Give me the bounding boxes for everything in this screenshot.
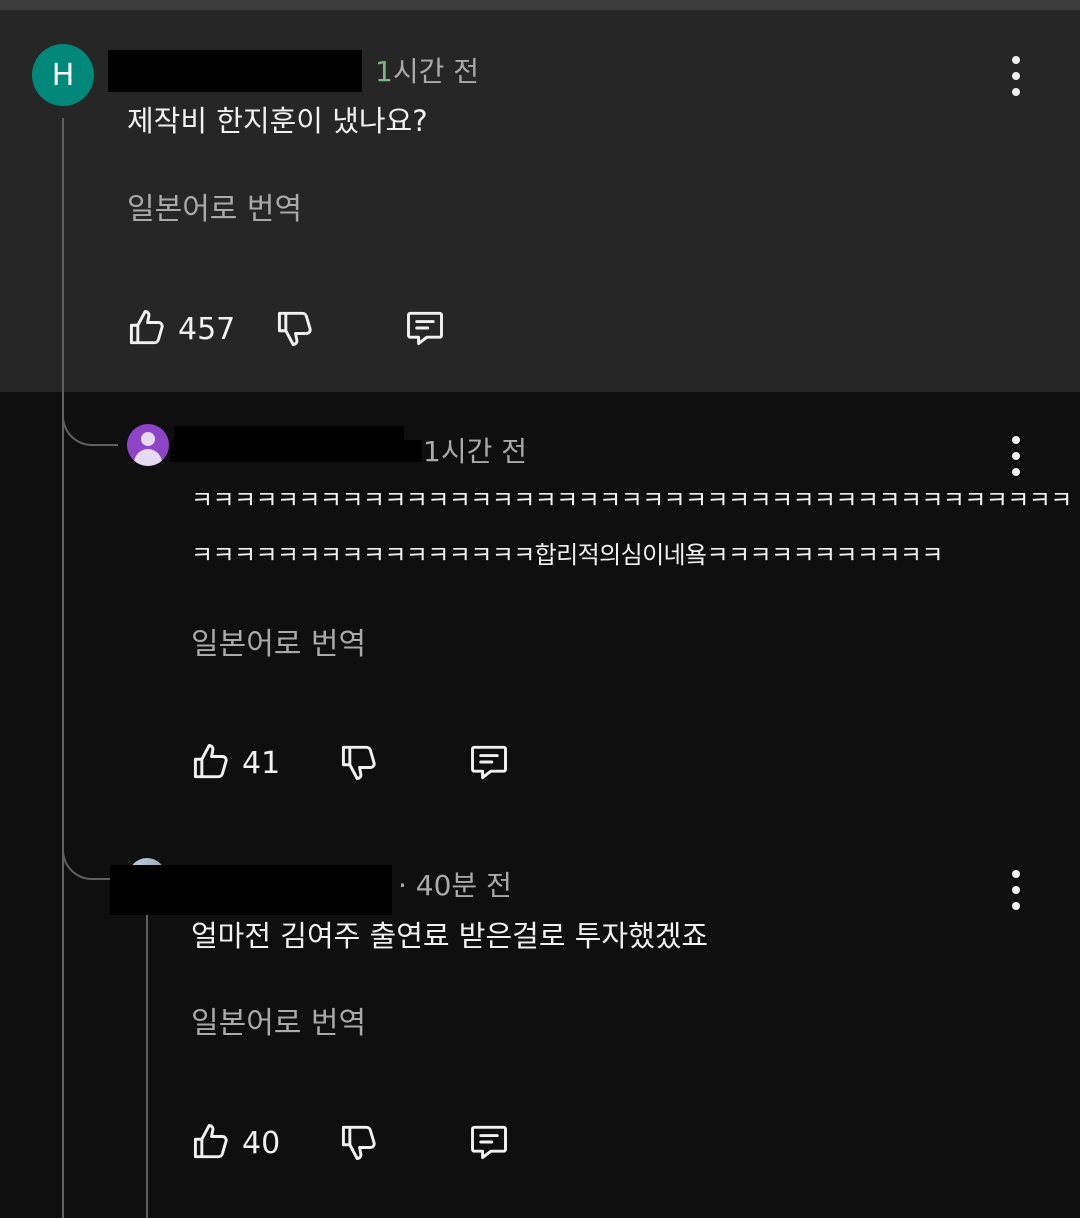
redacted-username (110, 865, 392, 915)
thumbs-down-icon[interactable] (337, 1120, 381, 1164)
avatar[interactable]: H (32, 44, 94, 106)
like-count: 41 (242, 746, 281, 781)
redacted-username (170, 440, 422, 462)
comment-text: 제작비 한지훈이 냈나요? (127, 104, 428, 138)
like-count: 40 (242, 1126, 281, 1161)
comment-timestamp: · 40분 전 (398, 869, 512, 902)
thumbs-up-icon[interactable] (189, 740, 233, 784)
thread-line (62, 118, 64, 1218)
reply-icon[interactable] (467, 1120, 511, 1164)
redacted-username (108, 50, 362, 92)
reply-icon[interactable] (467, 740, 511, 784)
thumbs-down-icon[interactable] (337, 740, 381, 784)
comment-timestamp: 1시간 전 (423, 435, 527, 468)
more-vert-icon[interactable] (1008, 56, 1024, 96)
comment-timestamp: 1시간 전 (375, 55, 480, 88)
top-divider (0, 0, 1080, 10)
more-vert-icon[interactable] (1008, 436, 1024, 476)
like-count: 457 (178, 312, 236, 347)
thumbs-down-icon[interactable] (273, 306, 317, 350)
reply-icon[interactable] (403, 306, 447, 350)
comment-text-line-1: ㅋㅋㅋㅋㅋㅋㅋㅋㅋㅋㅋㅋㅋㅋㅋㅋㅋㅋㅋㅋㅋㅋㅋㅋㅋㅋㅋㅋㅋㅋㅋㅋㅋㅋㅋㅋㅋㅋㅋㅋ… (191, 486, 1072, 514)
avatar[interactable] (127, 424, 169, 466)
translate-button[interactable]: 일본어로 번역 (191, 619, 366, 663)
comment-text: 얼마전 김여주 출연료 받은걸로 투자했겠죠 (191, 919, 709, 953)
thumbs-up-icon[interactable] (125, 306, 169, 350)
translate-button[interactable]: 일본어로 번역 (191, 998, 366, 1042)
reply-connector (62, 392, 118, 446)
thumbs-up-icon[interactable] (189, 1120, 233, 1164)
translate-button[interactable]: 일본어로 번역 (127, 184, 302, 228)
more-vert-icon[interactable] (1008, 870, 1024, 910)
comment-text-line-2: ㅋㅋㅋㅋㅋㅋㅋㅋㅋㅋㅋㅋㅋㅋㅋㅋ합리적의심이네욬ㅋㅋㅋㅋㅋㅋㅋㅋㅋㅋㅋ (191, 541, 943, 569)
reply-thread-line (146, 905, 148, 1218)
